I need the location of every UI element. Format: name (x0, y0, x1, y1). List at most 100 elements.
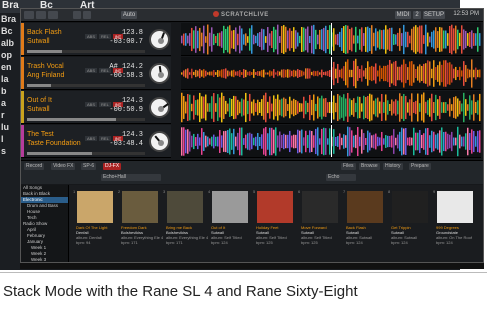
waveform-bar (361, 27, 363, 52)
toolbar-button[interactable] (24, 11, 34, 19)
waveform-bar (307, 68, 309, 79)
album-tile[interactable]: 2 Freedom Dark Bolshevikiss album: Everythi… (118, 189, 163, 259)
waveform-bar (453, 97, 455, 118)
waveform-bar (213, 93, 215, 122)
album-tile[interactable]: 1 Dark Of The Light Denfall album: Denfall b… (73, 189, 117, 259)
toolbar-button[interactable] (73, 11, 81, 19)
waveform-bar (337, 94, 339, 121)
waveform-bar (347, 59, 349, 88)
album-tile[interactable]: 6 Move Forward Sutwall album: Self Titled bp… (298, 189, 342, 259)
bg-row: Bra (1, 14, 17, 24)
waveform-bar (253, 69, 255, 78)
waveform-bar (377, 70, 379, 77)
abs-button[interactable]: ABS (85, 102, 98, 107)
abs-button[interactable]: ABS (85, 34, 98, 39)
waveform-bar (233, 30, 235, 49)
platter-center (158, 38, 164, 44)
waveform-bar (413, 127, 415, 156)
waveform-1[interactable] (181, 23, 481, 56)
waveform-4[interactable] (181, 125, 481, 158)
album-tile[interactable]: 4 Out of It Sutwall album: Self Titled bpm: … (208, 189, 252, 259)
dj-fx-button[interactable]: DJ-FX (103, 163, 122, 170)
waveform-bar (265, 72, 267, 75)
waveform-bar (351, 130, 353, 153)
album-tile[interactable]: 7 Back Flash Sutwall album: Sutwall bpm: 124 (343, 189, 387, 259)
waveform-bar (335, 68, 337, 79)
album-tile[interactable]: 8 Get Trippin Sutwall album: Sutwall bpm: 12… (388, 189, 432, 259)
midi-button[interactable]: MIDI (395, 11, 411, 19)
album-art (77, 191, 113, 223)
video-fx-button[interactable]: Video FX (51, 163, 76, 170)
track-progress-fill (27, 118, 116, 121)
waveform-bar (461, 25, 463, 54)
waveform-bar (301, 70, 303, 77)
waveform-bar (361, 129, 363, 154)
prepare-button[interactable]: Prepare (409, 163, 431, 170)
waveform-bar (397, 66, 399, 81)
album-number: 6 (298, 189, 301, 194)
waveform-bar (335, 102, 337, 113)
history-button[interactable]: History (383, 163, 403, 170)
toolbar-button[interactable] (36, 11, 46, 19)
album-tile[interactable]: 5 Holiday Feet Sutwall album: Self Titled bp… (253, 189, 297, 259)
abs-button[interactable]: ABS (85, 136, 98, 141)
album-tile[interactable]: 9 999 Degrees Groundstate album: On The Roo… (433, 189, 477, 259)
virtual-platter[interactable] (149, 29, 170, 50)
bottom-status-bar (20, 263, 484, 269)
waveform-bar (313, 24, 315, 55)
waveform-bar (211, 71, 213, 76)
waveform-bar (449, 134, 451, 149)
waveform-bar (403, 93, 405, 122)
track-progress[interactable] (27, 152, 145, 155)
waveform-bar (241, 72, 243, 75)
waveform-bar (185, 33, 187, 46)
virtual-platter[interactable] (149, 97, 170, 118)
background-rows: Bra Bc alb op en la b a r lu l s (0, 14, 20, 158)
files-button[interactable]: Files (341, 163, 356, 170)
track-progress[interactable] (27, 50, 145, 53)
waveform-bar (195, 100, 197, 115)
waveform-bar (271, 103, 273, 112)
record-button[interactable]: Record (24, 163, 45, 170)
waveform-bar (241, 98, 243, 117)
waveform-bar (461, 103, 463, 112)
waveform-bar (273, 69, 275, 78)
bg-row: a (1, 98, 7, 108)
virtual-platter[interactable] (149, 63, 170, 84)
waveform-bar (315, 103, 317, 112)
fx-left-select[interactable]: Echo+Hall (101, 174, 161, 181)
waveform-bar (183, 127, 185, 156)
waveform-bar (225, 28, 227, 51)
waveform-bar (249, 132, 251, 151)
virtual-platter[interactable] (149, 131, 170, 152)
auto-button[interactable]: Auto (121, 11, 137, 19)
waveform-bar (327, 29, 329, 50)
waveform-bar (303, 96, 305, 119)
waveform-bar (439, 130, 441, 153)
setup-button[interactable]: SETUP (423, 11, 445, 19)
toolbar-button[interactable] (48, 11, 58, 19)
waveform-bar (377, 31, 379, 48)
waveform-bar (189, 94, 191, 121)
waveform-bar (423, 133, 425, 150)
abs-button[interactable]: ABS (85, 68, 98, 73)
waveform-bar (323, 98, 325, 117)
waveform-bar (373, 66, 375, 81)
album-tile[interactable]: 3 Bring me Back Bolshevikiss album: Everyth… (163, 189, 208, 259)
waveform-2[interactable] (181, 57, 481, 90)
fx-right-select[interactable]: Echo (326, 174, 356, 181)
waveform-3[interactable] (181, 91, 481, 124)
track-progress[interactable] (27, 118, 145, 121)
toolbar-button[interactable] (83, 11, 91, 19)
waveform-bar (229, 98, 231, 117)
track-progress[interactable] (27, 84, 145, 87)
waveform-bar (355, 134, 357, 149)
setup-2-button[interactable]: 2 (413, 11, 421, 19)
waveform-bar (301, 27, 303, 52)
sp6-button[interactable]: SP-6 (81, 163, 97, 170)
waveform-bar (455, 96, 457, 119)
waveform-bar (217, 33, 219, 46)
waveform-bar (477, 100, 479, 115)
waveform-bar (461, 70, 463, 77)
browse-button[interactable]: Browse (359, 163, 380, 170)
